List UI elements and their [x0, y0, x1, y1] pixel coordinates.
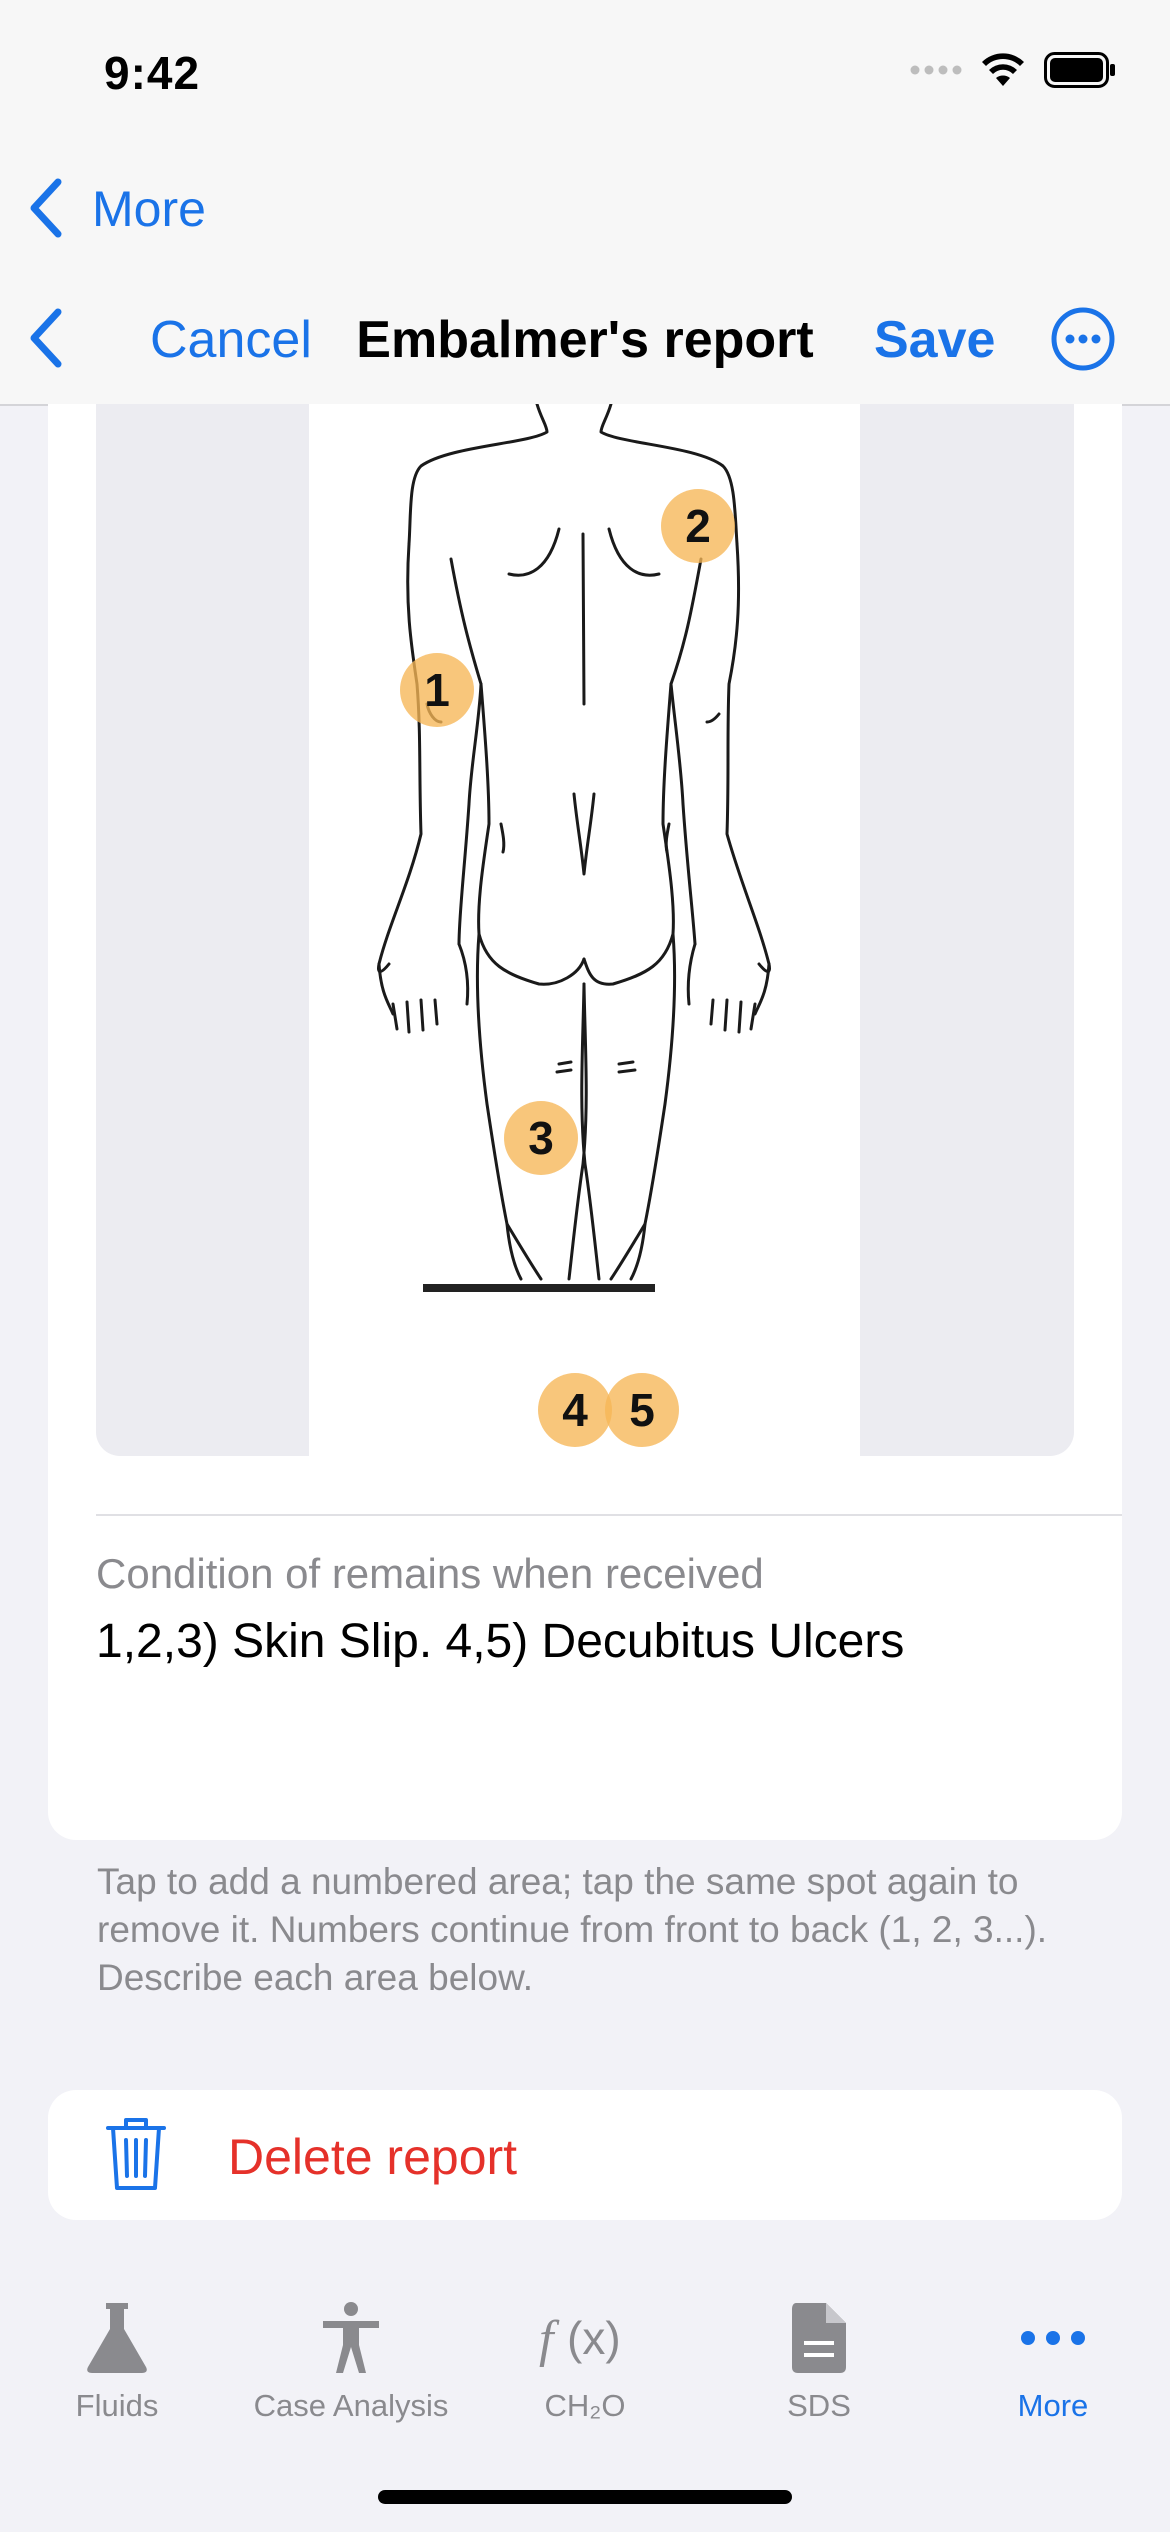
- svg-text:2: 2: [685, 500, 711, 552]
- battery-icon: [1044, 52, 1115, 88]
- svg-text:f: f: [539, 2311, 560, 2368]
- svg-text:3: 3: [528, 1112, 554, 1164]
- navigation-bar: Cancel Embalmer's report Save: [0, 270, 1170, 406]
- report-card: 1 2 3 4 5 Condition of remains when rece…: [48, 404, 1122, 1840]
- more-options-icon[interactable]: [1050, 306, 1116, 372]
- body-diagram-canvas[interactable]: 1 2 3 4 5: [309, 404, 860, 1456]
- back-navigation[interactable]: More: [0, 150, 1170, 270]
- condition-label: Condition of remains when received: [96, 1550, 764, 1597]
- condition-field[interactable]: 1,2,3) Skin Slip. 4,5) Decubitus Ulcers: [96, 1614, 904, 1669]
- wifi-icon: [982, 53, 1024, 86]
- function-icon: f (x): [539, 2311, 621, 2368]
- area-marker-4[interactable]: 4: [538, 1373, 612, 1447]
- tab-label: Case Analysis: [253, 2388, 449, 2423]
- area-markers[interactable]: 1 2 3 4 5: [309, 404, 860, 1456]
- flask-icon: [87, 2303, 147, 2373]
- status-bar: 9:42: [0, 0, 1170, 150]
- tab-case-analysis[interactable]: Case Analysis: [234, 2250, 468, 2450]
- trash-icon: [106, 2118, 166, 2190]
- tab-label: Fluids: [75, 2388, 159, 2423]
- signal-icon: [910, 65, 962, 75]
- tab-label: SDS: [787, 2388, 851, 2423]
- svg-text:(x): (x): [567, 2312, 621, 2364]
- save-button[interactable]: Save: [874, 310, 995, 370]
- delete-report-button[interactable]: Delete report: [48, 2090, 1122, 2220]
- document-icon: [792, 2303, 846, 2373]
- delete-report-label: Delete report: [228, 2129, 518, 2185]
- status-icons: [910, 52, 1116, 88]
- instructions-footnote: Tap to add a numbered area; tap the same…: [97, 1861, 1048, 1998]
- home-indicator: [378, 2490, 792, 2504]
- tab-fluids[interactable]: Fluids: [0, 2250, 234, 2450]
- svg-text:1: 1: [424, 664, 450, 716]
- area-marker-2[interactable]: 2: [661, 489, 735, 563]
- back-more-link[interactable]: More: [92, 180, 206, 238]
- tab-label: CH₂O: [544, 2388, 626, 2423]
- status-time: 9:42: [104, 47, 201, 99]
- tab-more[interactable]: More: [936, 2250, 1170, 2450]
- area-marker-3[interactable]: 3: [504, 1101, 578, 1175]
- area-marker-5[interactable]: 5: [605, 1373, 679, 1447]
- divider: [96, 1514, 1122, 1516]
- svg-text:4: 4: [562, 1384, 588, 1436]
- chevron-left-icon[interactable]: [24, 176, 68, 240]
- svg-text:5: 5: [629, 1384, 655, 1436]
- tab-ch2o[interactable]: f (x) CH₂O: [468, 2250, 702, 2450]
- tab-label: More: [1017, 2388, 1089, 2423]
- tab-sds[interactable]: SDS: [702, 2250, 936, 2450]
- body-diagram-area[interactable]: 1 2 3 4 5: [96, 404, 1074, 1456]
- area-marker-1[interactable]: 1: [400, 653, 474, 727]
- ellipsis-icon: [1021, 2331, 1085, 2345]
- person-icon: [323, 2302, 379, 2373]
